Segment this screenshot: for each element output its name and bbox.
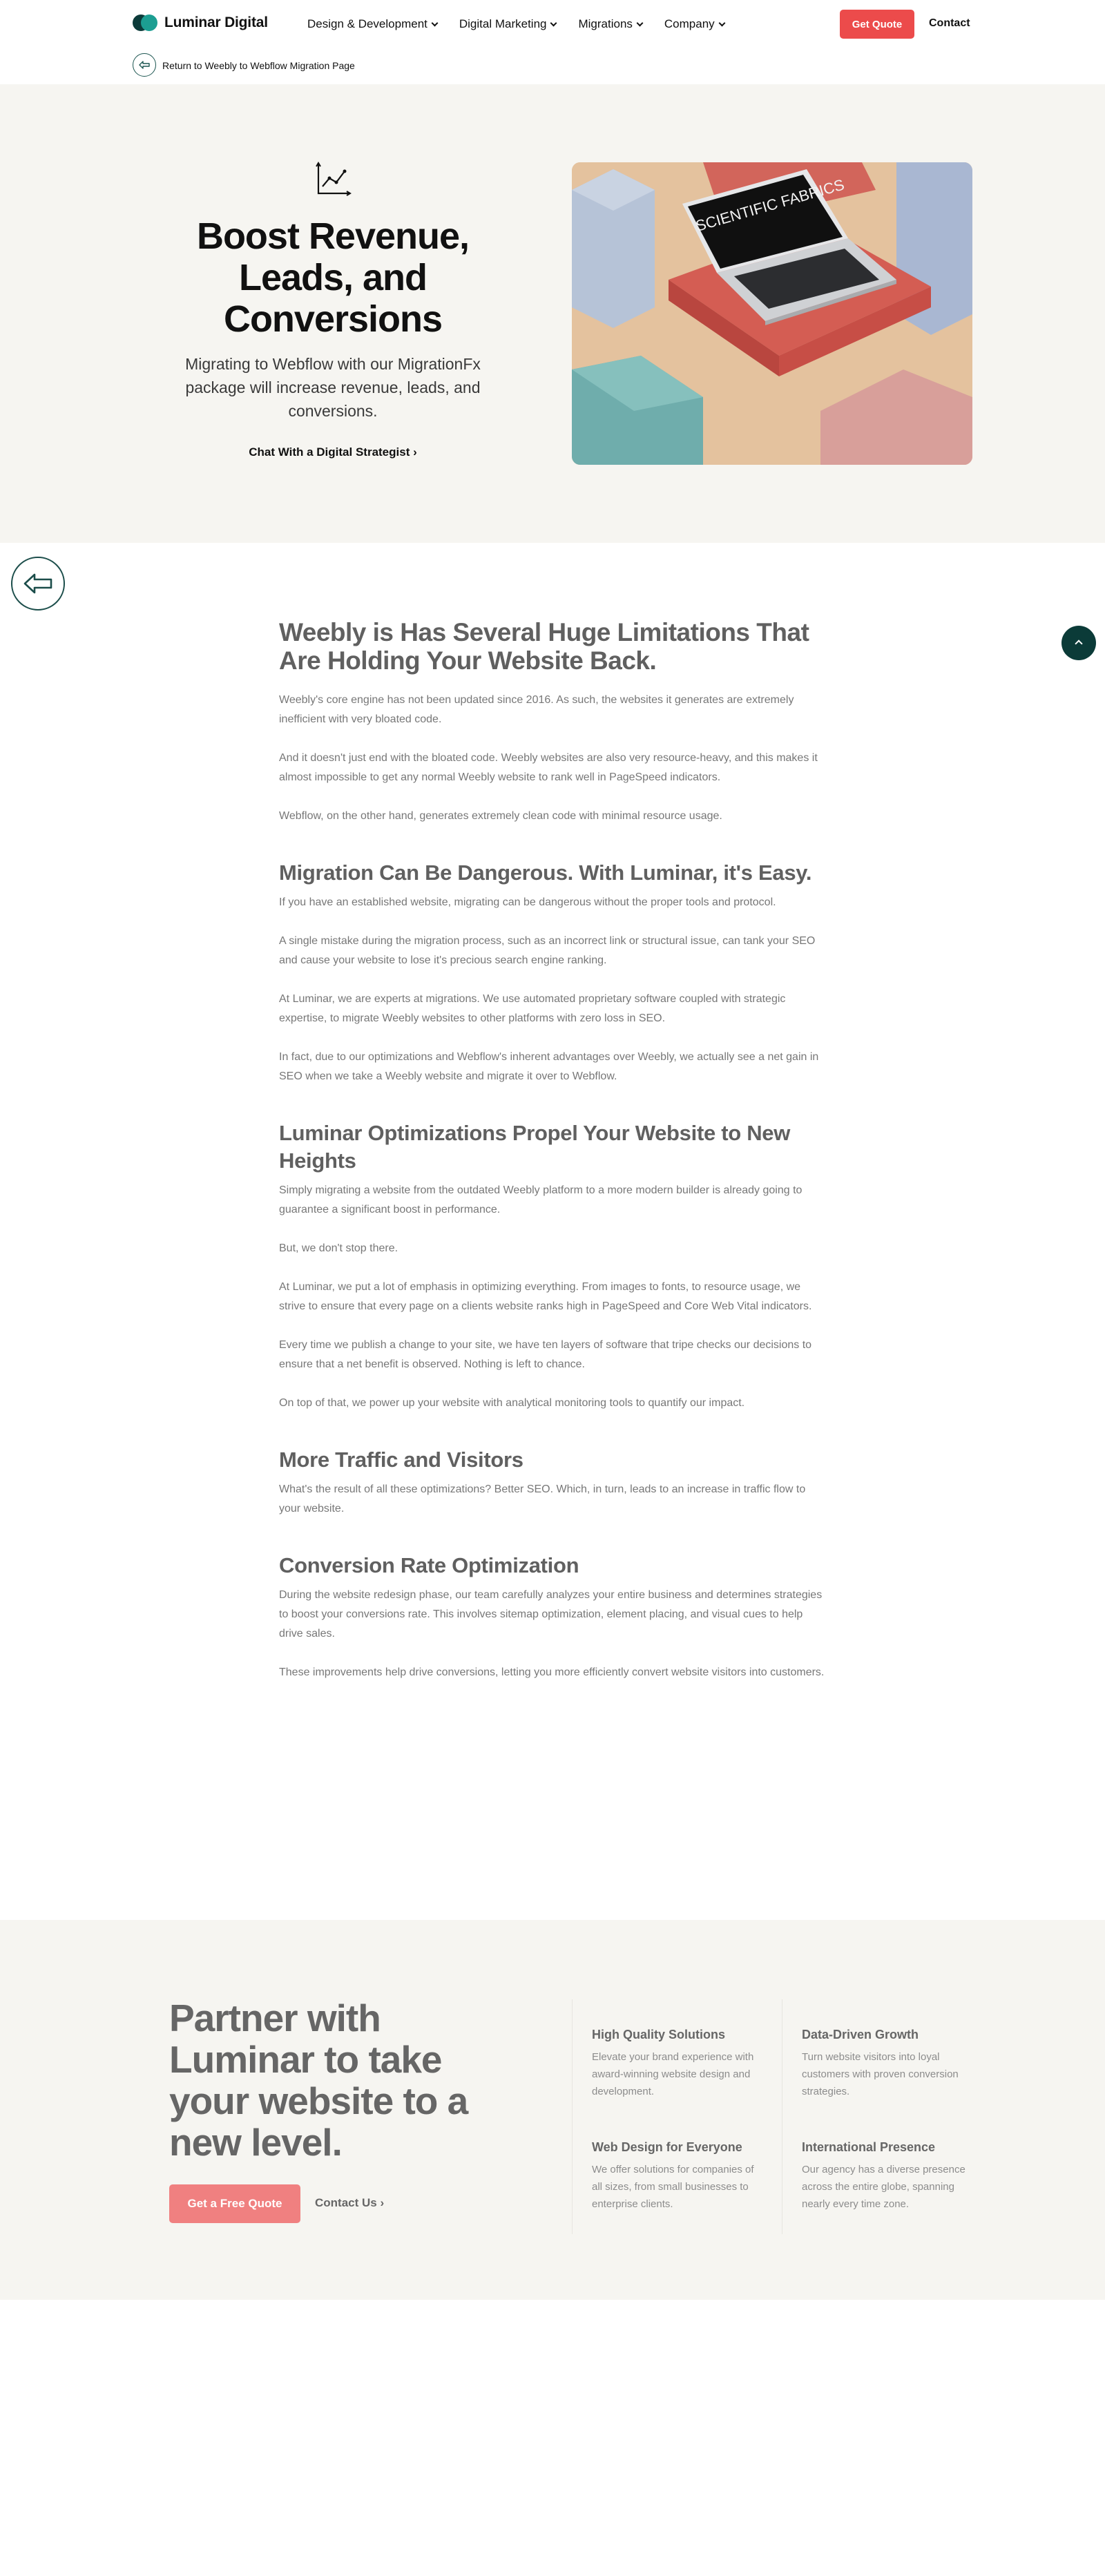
section-heading: Migration Can Be Dangerous. With Luminar…: [279, 861, 812, 885]
chevron-down-icon: [636, 19, 644, 26]
menu-item-label: Digital Marketing: [459, 17, 547, 30]
section-heading: Luminar Optimizations Propel Your Websit…: [279, 1121, 791, 1173]
feature-title: High Quality Solutions: [592, 2028, 725, 2041]
paragraph: During the website redesign phase, our t…: [279, 1589, 823, 1640]
cta-title: Partner with Luminar to take your websit…: [169, 1997, 468, 2164]
feature-text: Elevate your brand experience with award…: [592, 2051, 754, 2097]
chevron-down-icon: [431, 19, 439, 26]
chart-growth-icon: [314, 160, 352, 198]
breadcrumb: Return to Weebly to Webflow Migration Pa…: [0, 48, 1105, 84]
contact-us-link[interactable]: Contact Us ›: [315, 2196, 384, 2210]
chevron-right-icon: ›: [413, 445, 417, 459]
menu-item-design-development[interactable]: Design & Development: [307, 17, 439, 31]
section-heading: More Traffic and Visitors: [279, 1448, 523, 1472]
feature-card: Web Design for Everyone We offer solutio…: [592, 2140, 761, 2213]
arrow-left-icon[interactable]: [133, 53, 156, 77]
hero-title: Boost Revenue, Leads, and Conversions: [196, 215, 470, 340]
back-button[interactable]: [11, 557, 65, 611]
chevron-down-icon: [550, 19, 557, 26]
paragraph: But, we don't stop there.: [279, 1242, 398, 1254]
paragraph: If you have an established website, migr…: [279, 896, 776, 908]
divider: [572, 1999, 573, 2234]
chevron-down-icon: [718, 19, 726, 26]
feature-card: International Presence Our agency has a …: [802, 2140, 971, 2213]
paragraph: Weebly's core engine has not been update…: [279, 694, 794, 725]
feature-text: We offer solutions for companies of all …: [592, 2164, 754, 2210]
article-body: Weebly is Has Several Huge Limitations T…: [279, 618, 828, 1702]
paragraph: Webflow, on the other hand, generates ex…: [279, 810, 722, 822]
feature-title: International Presence: [802, 2140, 936, 2154]
menu-item-digital-marketing[interactable]: Digital Marketing: [459, 17, 557, 31]
free-quote-button[interactable]: Get a Free Quote: [169, 2184, 300, 2223]
feature-text: Our agency has a diverse presence across…: [802, 2164, 965, 2210]
paragraph: On top of that, we power up your website…: [279, 1397, 745, 1409]
menu-item-label: Company: [664, 17, 715, 30]
contact-us-label: Contact Us: [315, 2196, 377, 2209]
paragraph: Simply migrating a website from the outd…: [279, 1184, 803, 1215]
hero-image: SCIENTIFIC FABRICS: [572, 162, 972, 465]
feature-card: Data-Driven Growth Turn website visitors…: [802, 2028, 971, 2100]
main-menu: Design & Development Digital Marketing M…: [307, 17, 747, 31]
logo-text: Luminar Digital: [164, 15, 268, 30]
feature-text: Turn website visitors into loyal custome…: [802, 2051, 959, 2097]
paragraph: In fact, due to our optimizations and We…: [279, 1051, 819, 1082]
top-nav: Luminar Digital Design & Development Dig…: [0, 0, 1105, 48]
feature-title: Web Design for Everyone: [592, 2140, 742, 2154]
paragraph: These improvements help drive conversion…: [279, 1666, 825, 1678]
paragraph: At Luminar, we are experts at migrations…: [279, 993, 786, 1024]
section-heading: Conversion Rate Optimization: [279, 1553, 579, 1577]
chevron-right-icon: ›: [380, 2196, 385, 2209]
logo-icon: [133, 15, 157, 31]
feature-card: High Quality Solutions Elevate your bran…: [592, 2028, 761, 2100]
section-heading: Weebly is Has Several Huge Limitations T…: [279, 618, 809, 675]
chat-strategist-link[interactable]: Chat With a Digital Strategist ›: [160, 445, 506, 459]
paragraph: What's the result of all these optimizat…: [279, 1483, 806, 1515]
paragraph: Every time we publish a change to your s…: [279, 1339, 812, 1370]
logo[interactable]: Luminar Digital: [133, 15, 268, 31]
menu-item-migrations[interactable]: Migrations: [578, 17, 644, 31]
menu-item-company[interactable]: Company: [664, 17, 726, 31]
menu-item-label: Migrations: [578, 17, 633, 30]
paragraph: A single mistake during the migration pr…: [279, 935, 816, 966]
breadcrumb-link[interactable]: Return to Weebly to Webflow Migration Pa…: [162, 60, 355, 71]
contact-link[interactable]: Contact: [929, 17, 970, 30]
scroll-top-button[interactable]: [1061, 626, 1096, 660]
paragraph: And it doesn't just end with the bloated…: [279, 752, 818, 783]
paragraph: At Luminar, we put a lot of emphasis in …: [279, 1281, 812, 1312]
feature-title: Data-Driven Growth: [802, 2028, 919, 2041]
get-quote-button[interactable]: Get Quote: [840, 10, 914, 39]
hero-subtitle: Migrating to Webflow with our MigrationF…: [185, 355, 481, 420]
menu-item-label: Design & Development: [307, 17, 427, 30]
chat-strategist-label: Chat With a Digital Strategist: [249, 445, 410, 459]
hero-section: Boost Revenue, Leads, and Conversions Mi…: [0, 84, 1105, 543]
cta-section: Partner with Luminar to take your websit…: [0, 1920, 1105, 2300]
